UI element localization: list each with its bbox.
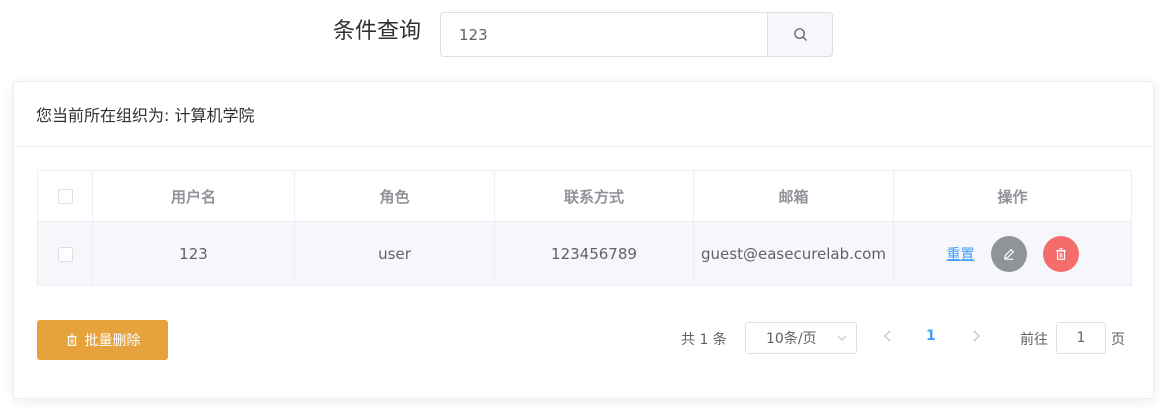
row-checkbox[interactable]: [57, 246, 73, 262]
user-table: 用户名 角色 联系方式 邮箱 操作 123 user 123456789 gue…: [37, 170, 1132, 286]
batch-delete-label: 批量删除: [84, 333, 141, 349]
goto-page-input[interactable]: [1056, 322, 1106, 354]
chevron-down-icon: [837, 335, 847, 341]
cell-contact: 123456789: [494, 221, 694, 286]
goto-label: 前往: [1020, 332, 1048, 348]
chevron-left-icon: [884, 330, 891, 342]
prev-page-button[interactable]: [882, 328, 894, 347]
org-header: 您当前所在组织为: 计算机学院: [14, 82, 1153, 147]
reset-link[interactable]: 重置: [947, 244, 975, 264]
delete-icon: [1055, 247, 1066, 260]
column-header-role: 角色: [294, 170, 495, 222]
cell-role: user: [294, 221, 495, 286]
page-size-value: 10条/页: [766, 331, 817, 347]
search-bar: 条件查询: [0, 0, 1169, 70]
trash-icon: [66, 334, 77, 346]
page-size-select[interactable]: 10条/页: [745, 322, 857, 354]
table-header-row: 用户名 角色 联系方式 邮箱 操作: [37, 170, 1132, 222]
row-select-cell: [37, 221, 93, 286]
org-card: 您当前所在组织为: 计算机学院 用户名 角色 联系方式 邮箱 操作 123 us…: [13, 81, 1154, 399]
column-header-email: 邮箱: [693, 170, 894, 222]
select-all-cell: [37, 170, 93, 222]
batch-delete-button[interactable]: 批量删除: [37, 320, 168, 360]
edit-button[interactable]: [990, 235, 1027, 272]
next-page-button[interactable]: [970, 328, 982, 347]
pagination-total: 共 1 条: [681, 332, 727, 348]
search-input[interactable]: [440, 12, 768, 57]
delete-button[interactable]: [1042, 235, 1079, 272]
cell-actions: 重置: [893, 221, 1132, 286]
search-button[interactable]: [767, 12, 833, 57]
column-header-actions: 操作: [893, 170, 1132, 222]
select-all-checkbox[interactable]: [57, 189, 73, 204]
chevron-right-icon: [973, 330, 980, 342]
cell-email: guest@easecurelab.com: [693, 221, 894, 286]
search-icon: [793, 28, 807, 41]
cell-username: 123: [92, 221, 295, 286]
table-row: 123 user 123456789 guest@easecurelab.com…: [37, 221, 1132, 286]
edit-icon: [1003, 248, 1014, 260]
column-header-username: 用户名: [92, 170, 295, 222]
search-label: 条件查询: [333, 19, 422, 44]
page-number-current[interactable]: 1: [926, 328, 936, 344]
goto-suffix: 页: [1111, 332, 1125, 348]
column-header-contact: 联系方式: [494, 170, 694, 222]
